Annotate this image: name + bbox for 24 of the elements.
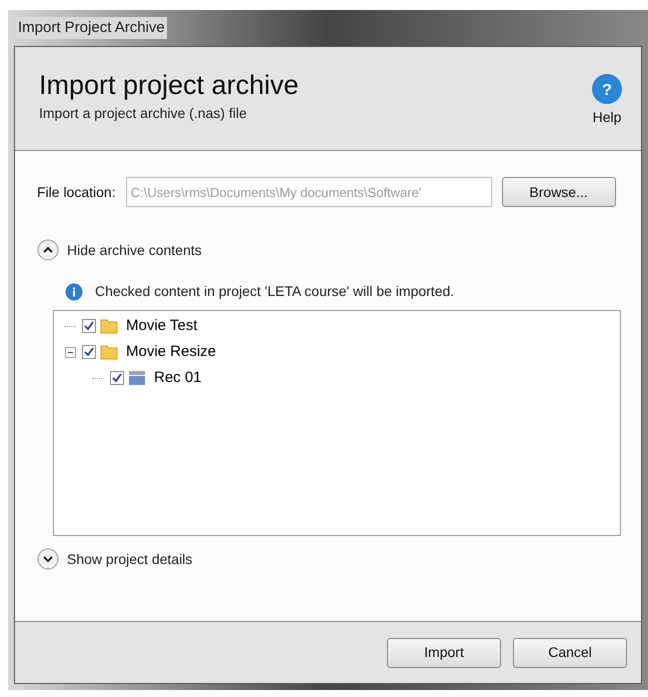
dialog-heading: Import project archive (39, 69, 299, 101)
section-toggle-label[interactable]: Show project details (67, 548, 192, 570)
collapse-icon[interactable] (37, 239, 59, 261)
info-message: Checked content in project 'LETA course' will be imported. (95, 282, 454, 301)
folder-icon (100, 317, 118, 335)
tree-item-label[interactable]: Rec 01 (154, 366, 202, 390)
collapse-toggle[interactable] (64, 346, 76, 358)
help-button[interactable]: ? Help (591, 73, 623, 150)
checkbox[interactable] (82, 319, 96, 333)
field-label: File location: (37, 182, 116, 202)
dialog-button[interactable]: Import (387, 638, 501, 668)
info-icon (65, 282, 83, 300)
folder-icon (100, 343, 118, 361)
dialog-button[interactable]: Cancel (513, 638, 627, 668)
tree-item-label[interactable]: Movie Test (126, 314, 198, 338)
film-clip-icon (128, 370, 146, 386)
checkbox[interactable] (82, 345, 96, 359)
section-toggle-label[interactable]: Hide archive contents (67, 240, 202, 260)
expand-icon[interactable] (37, 548, 59, 570)
tree-item-label[interactable]: Movie Resize (126, 340, 216, 364)
window-title: Import Project Archive (16, 16, 167, 40)
checkbox[interactable] (110, 371, 124, 385)
help-icon: ? (591, 73, 623, 105)
dialog-subtitle: Import a project archive (.nas) file (39, 104, 248, 123)
